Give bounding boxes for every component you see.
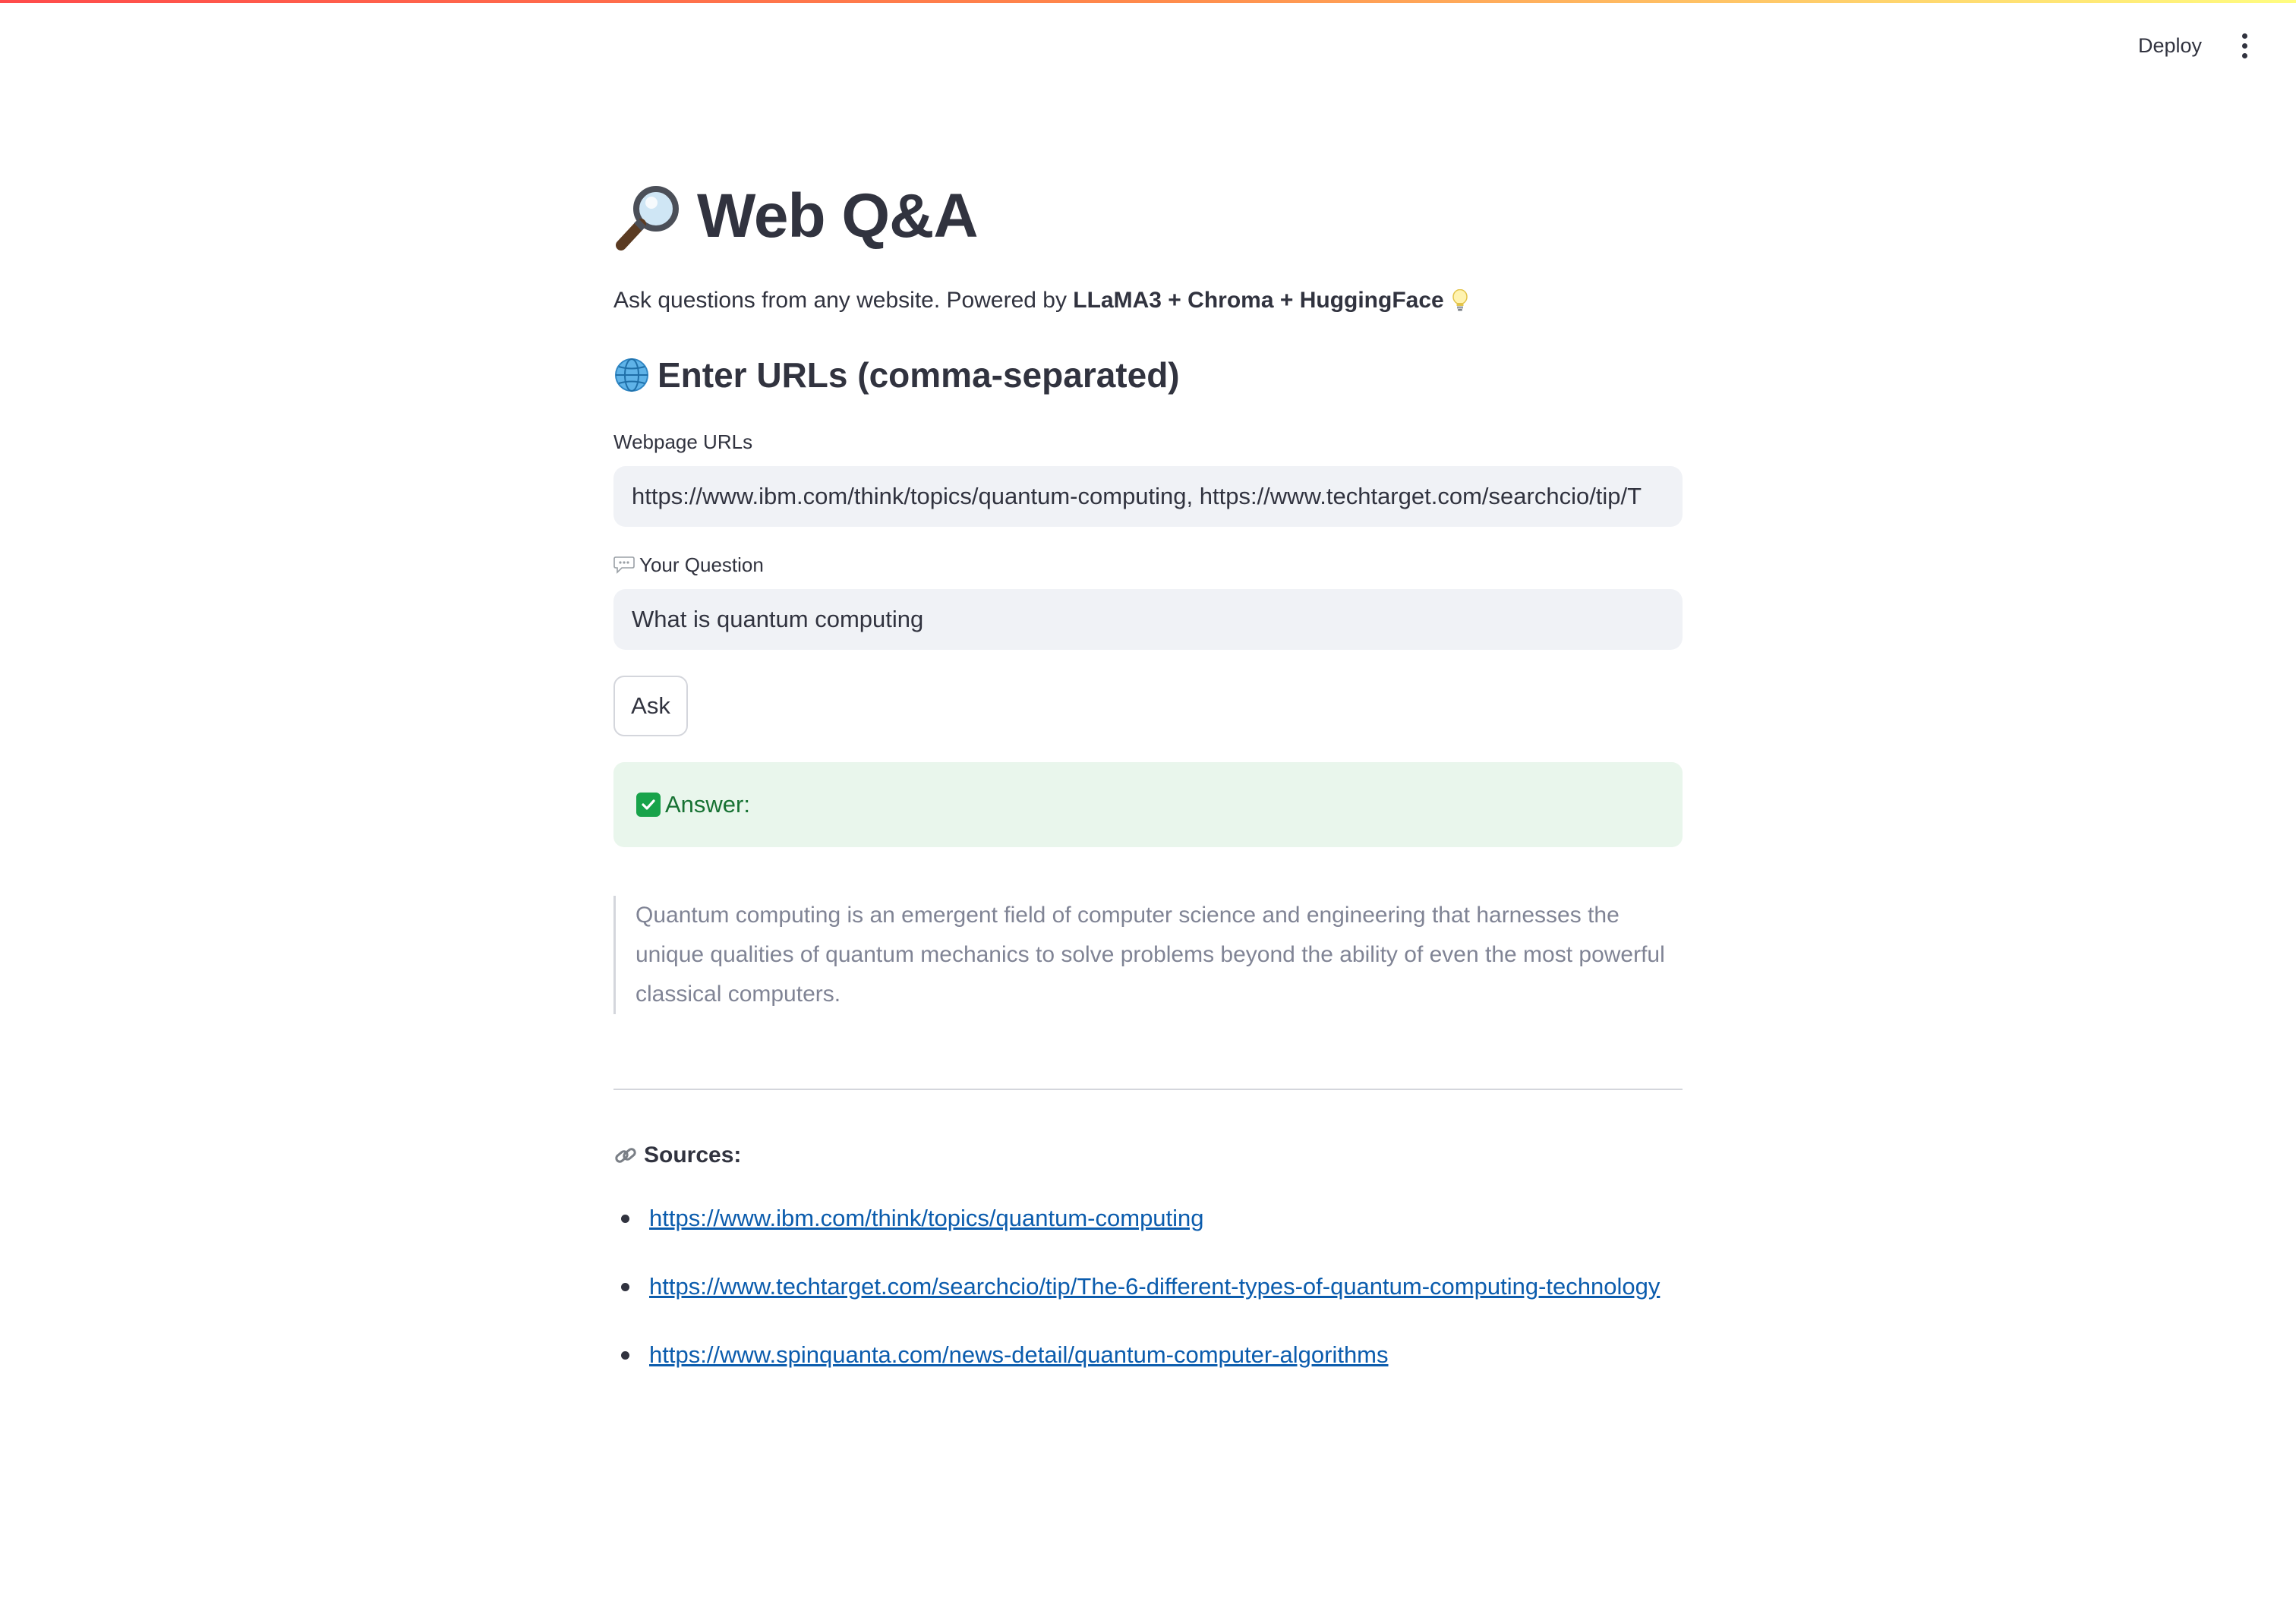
- bullet: [621, 1282, 629, 1291]
- vertical-ellipsis-icon[interactable]: [2226, 27, 2263, 64]
- list-item: https://www.spinquanta.com/news-detail/q…: [613, 1335, 1683, 1376]
- light-bulb-icon: [1452, 289, 1468, 311]
- divider: [613, 1089, 1683, 1090]
- urls-heading-row: Enter URLs (comma-separated): [613, 351, 1683, 399]
- page-title: Web Q&A: [697, 181, 979, 251]
- urls-field-label: Webpage URLs: [613, 430, 753, 453]
- globe-icon: [615, 358, 648, 392]
- subtitle-text: Ask questions from any website. Powered …: [613, 288, 1074, 313]
- speech-bubble-icon: [613, 556, 635, 574]
- main-content: Web Q&A Ask questions from any website. …: [613, 167, 1683, 1403]
- question-field-label: Your Question: [613, 551, 1683, 578]
- app-header: Deploy: [0, 0, 2296, 91]
- deploy-button[interactable]: Deploy: [2129, 27, 2211, 64]
- urls-input[interactable]: https://www.ibm.com/think/topics/quantum…: [613, 466, 1683, 527]
- sources-list: https://www.ibm.com/think/topics/quantum…: [613, 1198, 1683, 1376]
- menu-dot: [2241, 33, 2247, 39]
- urls-section-heading: Enter URLs (comma-separated): [658, 355, 1180, 395]
- title-row: Web Q&A: [613, 167, 1683, 266]
- ask-button[interactable]: Ask: [613, 676, 688, 736]
- bullet: [621, 1214, 629, 1223]
- answer-label: Answer:: [665, 791, 750, 818]
- source-link[interactable]: https://www.ibm.com/think/topics/quantum…: [649, 1205, 1204, 1232]
- question-label-text: Your Question: [639, 553, 764, 576]
- menu-dot: [2241, 43, 2247, 49]
- page-subtitle: Ask questions from any website. Powered …: [613, 282, 1683, 319]
- magnifying-glass-icon: [616, 186, 679, 251]
- question-input[interactable]: What is quantum computing: [613, 589, 1683, 650]
- list-item: https://www.ibm.com/think/topics/quantum…: [613, 1198, 1683, 1239]
- subtitle-tech-stack: LLaMA3 + Chroma + HuggingFace: [1073, 288, 1444, 313]
- source-link[interactable]: https://www.techtarget.com/searchcio/tip…: [649, 1273, 1660, 1300]
- sources-label-text: Sources:: [644, 1142, 742, 1168]
- answer-text: Quantum computing is an emergent field o…: [613, 896, 1683, 1014]
- menu-dot: [2241, 52, 2247, 58]
- list-item: https://www.techtarget.com/searchcio/tip…: [613, 1266, 1683, 1307]
- check-mark-icon: [636, 793, 661, 817]
- answer-banner: Answer:: [613, 762, 1683, 847]
- link-icon: [615, 1148, 636, 1163]
- bullet: [621, 1350, 629, 1360]
- sources-heading: Sources:: [613, 1140, 1683, 1171]
- source-link[interactable]: https://www.spinquanta.com/news-detail/q…: [649, 1341, 1389, 1369]
